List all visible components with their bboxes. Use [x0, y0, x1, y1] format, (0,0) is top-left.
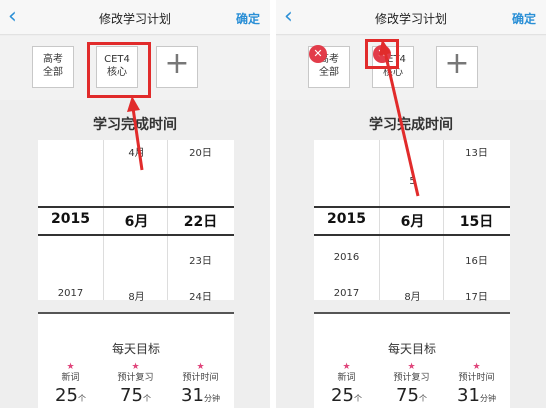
screen-left: ‹ 修改学习计划 确定 高考 全部 CET4 核心 + 学习完成时间 2015 … — [0, 0, 270, 408]
red-arrow-icon — [379, 39, 420, 197]
red-arrow-icon — [127, 96, 144, 171]
screen-right: ‹ 修改学习计划 确定 高考 全部 CET4 核心 + ✕ ✕ 学习完成时间 2… — [276, 0, 546, 408]
